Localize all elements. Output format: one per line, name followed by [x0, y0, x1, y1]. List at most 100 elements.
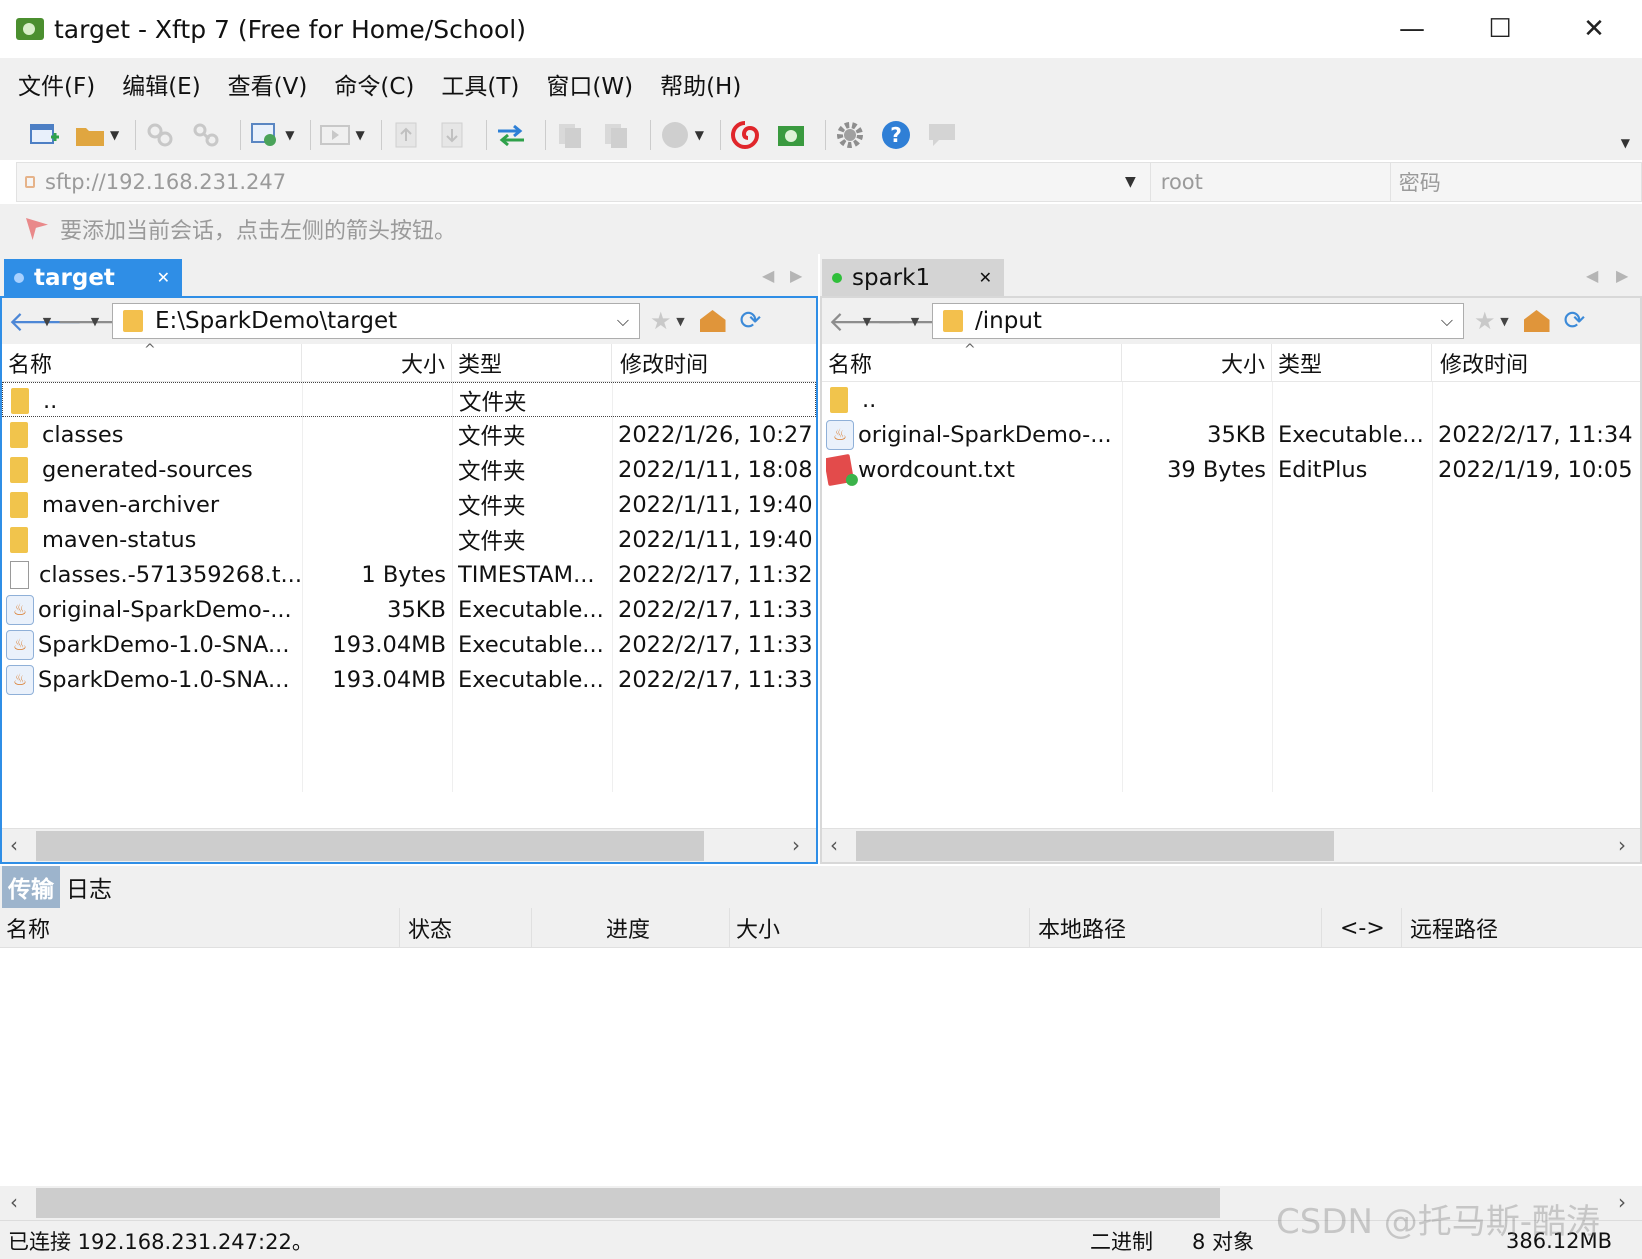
tab-scroll-left-icon[interactable]: ◀ [1586, 266, 1598, 285]
file-row[interactable]: .. [822, 382, 1640, 417]
download-icon[interactable] [434, 118, 470, 152]
refresh-icon[interactable]: ⟳ [1564, 306, 1586, 336]
stop-dropdown-icon[interactable]: ▼ [695, 128, 704, 142]
play-dropdown-icon[interactable]: ▼ [355, 128, 364, 142]
host-input[interactable]: sftp://192.168.231.247 [45, 170, 1125, 194]
column-status[interactable]: 状态 [400, 908, 532, 948]
home-icon[interactable] [699, 310, 726, 332]
upload-icon[interactable] [388, 118, 424, 152]
password-input[interactable]: 密码 [1389, 163, 1641, 201]
file-row[interactable]: .. 文件夹 [2, 382, 816, 417]
column-local-path[interactable]: 本地路径 [1030, 908, 1322, 948]
local-horizontal-scrollbar[interactable]: ‹ › [2, 828, 816, 862]
file-row[interactable]: ♨ SparkDemo-1.0-SNA... 193.04MB Executabl… [2, 627, 816, 662]
local-path-input[interactable]: E:\SparkDemo\target ⌵ [112, 303, 640, 339]
scroll-left-icon[interactable]: ‹ [830, 833, 838, 857]
play-icon[interactable] [317, 118, 353, 152]
column-progress[interactable]: 进度 [532, 908, 730, 948]
xftp-icon[interactable] [773, 118, 809, 152]
maximize-button[interactable]: ☐ [1476, 10, 1524, 48]
file-row[interactable]: classes.-571359268.t... 1 Bytes TIMESTAM… [2, 557, 816, 592]
column-direction[interactable]: <-> [1322, 908, 1402, 948]
column-remote-path[interactable]: 远程路径 [1402, 908, 1642, 948]
open-dropdown-icon[interactable]: ▼ [110, 128, 119, 142]
column-size[interactable]: 大小 [302, 344, 452, 382]
file-row[interactable]: generated-sources 文件夹 2022/1/11, 18:08 [2, 452, 816, 487]
home-icon[interactable] [1523, 310, 1550, 332]
scroll-thumb[interactable] [36, 831, 704, 861]
menu-command[interactable]: 命令(C) [328, 63, 420, 105]
favorite-dropdown-icon[interactable]: ▼ [1496, 315, 1514, 328]
tab-transfer[interactable]: 传输 [2, 866, 60, 908]
file-row[interactable]: wordcount.txt 39 Bytes EditPlus 2022/1/1… [822, 452, 1640, 487]
file-row[interactable]: ♨ original-SparkDemo-... 35KB Executable.… [2, 592, 816, 627]
tab-scroll-right-icon[interactable]: ▶ [1616, 266, 1628, 285]
tab-scroll-left-icon[interactable]: ◀ [762, 266, 774, 285]
tab-log[interactable]: 日志 [60, 866, 118, 908]
open-folder-icon[interactable] [72, 118, 108, 152]
back-icon[interactable]: 🡐 [8, 304, 83, 338]
transfer-icon[interactable] [493, 118, 529, 152]
forward-dropdown-icon[interactable]: ▼ [86, 315, 104, 328]
column-type[interactable]: 类型 [452, 344, 612, 382]
stop-icon[interactable] [657, 118, 693, 152]
host-dropdown-icon[interactable]: ▼ [1125, 174, 1136, 190]
scroll-right-icon[interactable]: › [1618, 1190, 1626, 1214]
tab-target[interactable]: target ✕ [4, 259, 182, 296]
scroll-thumb[interactable] [36, 1188, 1220, 1218]
scroll-left-icon[interactable]: ‹ [10, 1190, 18, 1214]
transfer-mode[interactable]: 二进制 [1090, 1221, 1153, 1259]
sync-icon[interactable] [142, 118, 178, 152]
link-icon[interactable] [188, 118, 224, 152]
column-size[interactable]: 大小 [1122, 344, 1272, 382]
minimize-button[interactable]: — [1388, 10, 1436, 48]
session-dropdown-icon[interactable]: ▼ [285, 128, 294, 142]
menu-help[interactable]: 帮助(H) [654, 63, 747, 105]
chat-icon[interactable] [924, 118, 960, 152]
forward-icon[interactable]: 🡒 [56, 304, 131, 338]
menu-view[interactable]: 查看(V) [222, 63, 314, 105]
forward-icon[interactable]: 🡒 [876, 304, 951, 338]
column-size[interactable]: 大小 [730, 908, 1030, 948]
menu-file[interactable]: 文件(F) [12, 63, 101, 105]
paste-icon[interactable] [598, 118, 634, 152]
session-manager-icon[interactable] [247, 118, 283, 152]
file-row[interactable]: maven-status 文件夹 2022/1/11, 19:40 [2, 522, 816, 557]
favorite-star-icon[interactable]: ★ [650, 307, 672, 335]
back-icon[interactable]: 🡐 [828, 304, 903, 338]
column-name[interactable]: 名称 ^ [2, 342, 302, 382]
file-row[interactable]: ♨ SparkDemo-1.0-SNA... 193.04MB Executabl… [2, 662, 816, 697]
column-modified[interactable]: 修改时间 [612, 344, 816, 382]
toolbar-overflow-icon[interactable]: ▼ [1621, 136, 1630, 150]
scroll-thumb[interactable] [856, 831, 1334, 861]
back-dropdown-icon[interactable]: ▼ [858, 315, 876, 328]
new-session-icon[interactable] [26, 118, 62, 152]
menu-tools[interactable]: 工具(T) [435, 63, 525, 105]
tab-close-icon[interactable]: ✕ [157, 268, 170, 287]
copy-icon[interactable] [552, 118, 588, 152]
scroll-left-icon[interactable]: ‹ [10, 833, 18, 857]
chevron-down-icon[interactable]: ⌵ [1441, 311, 1453, 331]
back-dropdown-icon[interactable]: ▼ [38, 315, 56, 328]
tab-close-icon[interactable]: ✕ [979, 268, 992, 287]
username-input[interactable]: root [1149, 163, 1390, 201]
scroll-right-icon[interactable]: › [1618, 833, 1626, 857]
column-type[interactable]: 类型 [1272, 344, 1432, 382]
close-button[interactable]: ✕ [1570, 10, 1618, 48]
column-modified[interactable]: 修改时间 [1432, 344, 1640, 382]
file-row[interactable]: maven-archiver 文件夹 2022/1/11, 19:40 [2, 487, 816, 522]
favorite-star-icon[interactable]: ★ [1474, 307, 1496, 335]
favorite-dropdown-icon[interactable]: ▼ [672, 315, 690, 328]
forward-dropdown-icon[interactable]: ▼ [906, 315, 924, 328]
tab-spark1[interactable]: spark1 ✕ [822, 259, 1004, 296]
help-icon[interactable]: ? [878, 118, 914, 152]
tab-scroll-right-icon[interactable]: ▶ [790, 266, 802, 285]
chevron-down-icon[interactable]: ⌵ [617, 311, 629, 331]
settings-icon[interactable] [832, 118, 868, 152]
add-session-arrow-icon[interactable] [26, 218, 48, 240]
refresh-icon[interactable]: ⟳ [740, 306, 762, 336]
xshell-icon[interactable] [727, 118, 763, 152]
remote-path-input[interactable]: /input ⌵ [932, 303, 1464, 339]
column-name[interactable]: 名称 [0, 908, 400, 948]
column-name[interactable]: 名称 ^ [822, 342, 1122, 382]
